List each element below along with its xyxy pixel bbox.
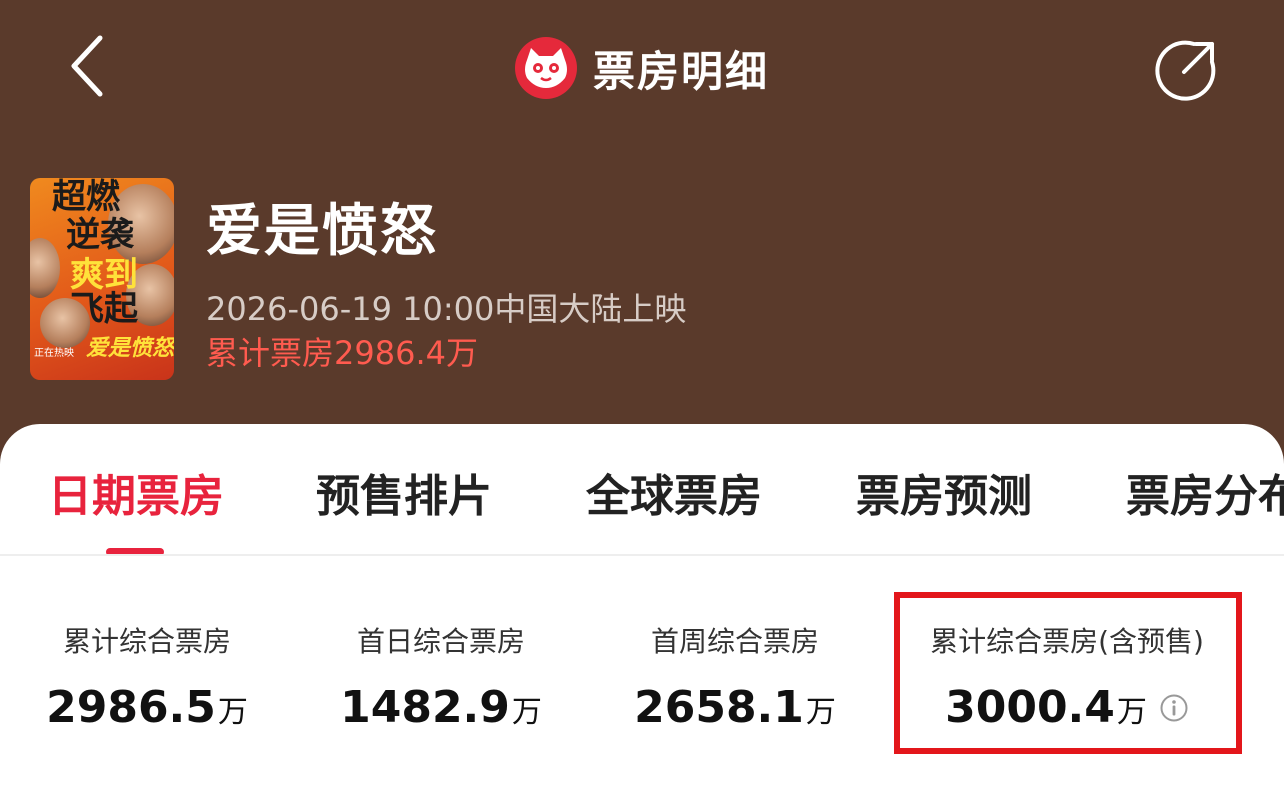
poster-small-text: 正在热映 <box>34 348 74 359</box>
poster-line-2: 逆袭 <box>66 215 134 255</box>
poster-line-4: 飞起 <box>70 289 138 329</box>
stat-label: 首周综合票房 <box>650 625 819 658</box>
stat-unit: 万 <box>511 695 542 730</box>
stat-value: 1482.9 <box>340 682 510 733</box>
cat-logo-icon <box>514 37 577 99</box>
header-bar: 票房明细 超燃 逆袭 爽到 飞起 正在热映 爱是愤怒 爱是愤怒 2026-06-… <box>0 0 1284 420</box>
stat-first-day: 首日综合票房 1482.9 万 <box>294 620 588 733</box>
tab-box-office-forecast[interactable]: 票房预测 <box>856 460 1032 524</box>
tab-box-office-distribution[interactable]: 票房分布 <box>1126 460 1284 524</box>
share-button[interactable] <box>1150 34 1224 104</box>
share-icon <box>1155 40 1216 101</box>
highlight-annotation-box <box>894 592 1242 754</box>
stat-first-week: 首周综合票房 2658.1 万 <box>588 620 882 733</box>
release-info: 2026-06-19 10:00中国大陆上映 <box>206 290 687 328</box>
tab-divider <box>0 554 1284 556</box>
title-group: 票房明细 <box>0 36 1284 100</box>
stat-label: 累计综合票房 <box>62 625 231 658</box>
page-title: 票房明细 <box>592 46 769 96</box>
stat-value-row: 2986.5 万 <box>0 682 294 733</box>
stat-unit: 万 <box>805 695 836 730</box>
movie-title: 爱是愤怒 <box>206 199 438 264</box>
stat-value-row: 2658.1 万 <box>588 682 882 733</box>
tab-bar: 日期票房 预售排片 全球票房 票房预测 票房分布 <box>0 460 1284 550</box>
tab-presale-schedule[interactable]: 预售排片 <box>316 460 492 524</box>
tab-global-box-office[interactable]: 全球票房 <box>586 460 762 524</box>
stat-cumulative: 累计综合票房 2986.5 万 <box>0 620 294 733</box>
tab-daily-box-office[interactable]: 日期票房 <box>48 460 224 524</box>
stat-value-row: 1482.9 万 <box>294 682 588 733</box>
box-office-panel: 日期票房 预售排片 全球票房 票房预测 票房分布 累计综合票房 2986.5 万… <box>0 424 1284 787</box>
poster-line-1: 超燃 <box>52 178 120 217</box>
stat-value: 2986.5 <box>46 682 216 733</box>
stat-unit: 万 <box>217 695 248 730</box>
poster-face-3 <box>30 238 60 298</box>
stat-label: 首日综合票房 <box>356 625 525 658</box>
stat-value: 2658.1 <box>634 682 804 733</box>
cumulative-box-office: 累计票房2986.4万 <box>206 334 478 372</box>
movie-poster[interactable]: 超燃 逆袭 爽到 飞起 正在热映 爱是愤怒 <box>30 178 174 380</box>
poster-logo-text: 爱是愤怒 <box>86 336 174 361</box>
